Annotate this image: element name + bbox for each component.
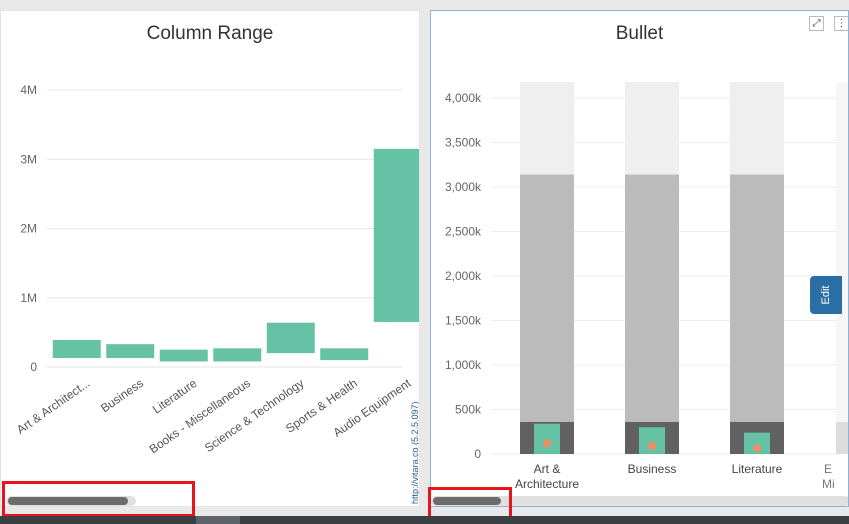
range-bar <box>373 148 419 322</box>
credit-link: http://vitara.co (5.2.5.097) <box>410 401 420 504</box>
y-tick-label: 2,000k <box>445 269 482 283</box>
bullet-band-mid <box>730 174 784 455</box>
bullet-target-marker <box>753 444 761 453</box>
x-tick-label: Business <box>628 462 677 476</box>
x-tick-label: Literature <box>150 376 200 417</box>
bullet-band-mid <box>625 174 679 455</box>
bullet-value-bar <box>639 427 665 454</box>
y-tick-label: 2,500k <box>445 225 482 239</box>
y-tick-label: 3,500k <box>445 136 482 150</box>
y-tick-label: 1,500k <box>445 314 482 328</box>
y-tick-label: 0 <box>30 360 37 374</box>
y-tick-label: 2M <box>20 222 37 236</box>
x-tick-label: Books - Miscellaneous <box>147 376 253 456</box>
bullet-target-marker <box>543 439 551 448</box>
column-range-chart: 0 1M 2M 3M 4M Art & Architect... Business Liter… <box>14 83 420 504</box>
x-tick-label: Business <box>98 376 146 415</box>
range-bar <box>266 322 315 354</box>
range-bar <box>52 339 101 358</box>
edit-button[interactable]: Edit <box>810 276 842 314</box>
range-bar <box>320 348 369 361</box>
y-tick-label: 1,000k <box>445 358 482 372</box>
range-bar <box>213 348 262 362</box>
column-range-panel: Column Range 0 1M 2M 3M 4M Art & Architect...… <box>0 10 420 507</box>
y-tick-label: 3,000k <box>445 180 482 194</box>
bullet-band-mid <box>520 174 574 455</box>
y-tick-label: 1M <box>20 291 37 305</box>
y-tick-label: 500k <box>455 403 482 417</box>
x-tick-label: Literature <box>732 462 783 476</box>
y-tick-label: 4M <box>20 83 37 97</box>
taskbar-strip <box>0 516 849 524</box>
y-tick-label: 4,000k <box>445 91 482 105</box>
bullet-chart: 0 500k 1,000k 1,500k 2,000k 2,500k 3,000k 3,500… <box>445 81 848 491</box>
y-tick-label: 0 <box>474 447 481 461</box>
taskbar-accent <box>196 516 240 524</box>
y-tick-label: 3M <box>20 152 37 166</box>
x-tick-label: Art & Architecture <box>515 462 579 491</box>
bullet-target-marker <box>648 441 656 450</box>
bullet-band-partial-dark <box>836 421 848 454</box>
x-tick-label: Art & Architect... <box>14 376 93 437</box>
bullet-band-partial <box>836 81 848 454</box>
edit-label: Edit <box>820 285 832 305</box>
x-tick-label: Science & Technology <box>202 376 307 455</box>
x-tick-label-partial: E Mi <box>822 462 835 491</box>
range-bar <box>106 344 155 358</box>
range-bar <box>159 349 208 362</box>
bullet-panel: Bullet ⤢ ⋮ 0 500k 1,000k 1,500k 2,000k 2,500k… <box>430 10 849 507</box>
left-scrollbar-highlight <box>2 481 195 517</box>
bullet-value-bar <box>534 423 560 454</box>
